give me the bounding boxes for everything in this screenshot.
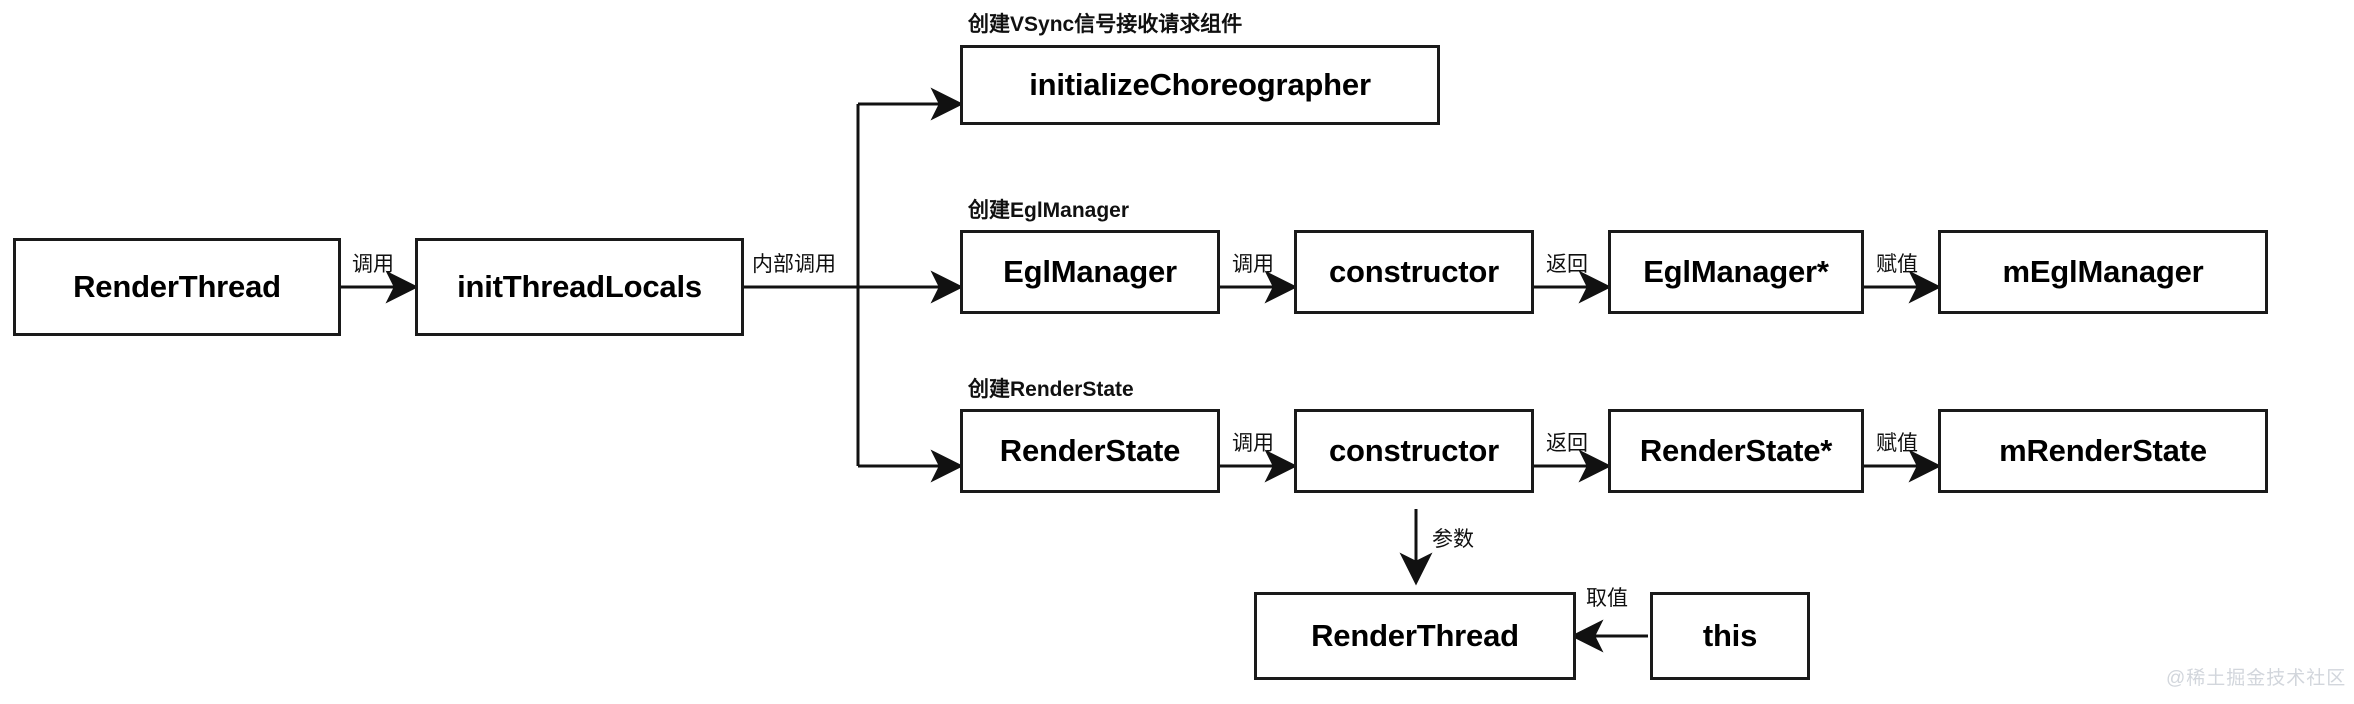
node-render-thread-parameter[interactable]: RenderThread xyxy=(1254,592,1576,680)
node-init-thread-locals[interactable]: initThreadLocals xyxy=(415,238,744,336)
edge-label-render-state-call: 调用 xyxy=(1232,432,1274,455)
edge-label-parameter: 参数 xyxy=(1432,528,1474,551)
node-render-state-pointer[interactable]: RenderState* xyxy=(1608,409,1864,493)
node-m-egl-manager[interactable]: mEglManager xyxy=(1938,230,2268,314)
node-init-thread-locals-label: initThreadLocals xyxy=(457,269,702,304)
edge-label-render-state-assign: 赋值 xyxy=(1876,432,1918,455)
caption-render-state: 创建RenderState xyxy=(968,378,1134,401)
node-render-thread-parameter-label: RenderThread xyxy=(1311,618,1519,653)
edge-label-egl-return: 返回 xyxy=(1546,253,1588,276)
node-egl-manager-pointer[interactable]: EglManager* xyxy=(1608,230,1864,314)
node-m-egl-manager-label: mEglManager xyxy=(2002,254,2204,289)
node-egl-manager-label: EglManager xyxy=(1003,254,1177,289)
node-render-state-label: RenderState xyxy=(999,433,1181,468)
watermark: @稀土掘金技术社区 xyxy=(2166,668,2347,689)
edge-label-egl-call: 调用 xyxy=(1232,253,1274,276)
edge-label-get-value: 取值 xyxy=(1586,587,1628,610)
node-initialize-choreographer[interactable]: initializeChoreographer xyxy=(960,45,1440,125)
edge-label-egl-assign: 赋值 xyxy=(1876,253,1918,276)
edge-label-internal-call: 内部调用 xyxy=(752,253,836,276)
node-m-render-state[interactable]: mRenderState xyxy=(1938,409,2268,493)
diagram-canvas: 创建VSync信号接收请求组件 创建EglManager 创建RenderSta… xyxy=(0,0,2354,704)
node-egl-constructor[interactable]: constructor xyxy=(1294,230,1534,314)
caption-egl-manager: 创建EglManager xyxy=(968,199,1130,222)
node-egl-manager[interactable]: EglManager xyxy=(960,230,1220,314)
caption-initialize-choreographer: 创建VSync信号接收请求组件 xyxy=(968,13,1243,36)
node-render-thread-label: RenderThread xyxy=(73,269,281,304)
node-egl-manager-pointer-label: EglManager* xyxy=(1643,254,1829,289)
node-m-render-state-label: mRenderState xyxy=(1999,433,2207,468)
node-this[interactable]: this xyxy=(1650,592,1810,680)
node-render-state-constructor[interactable]: constructor xyxy=(1294,409,1534,493)
node-render-state-pointer-label: RenderState* xyxy=(1639,433,1833,468)
node-render-thread[interactable]: RenderThread xyxy=(13,238,341,336)
node-initialize-choreographer-label: initializeChoreographer xyxy=(1029,67,1371,102)
node-render-state-constructor-label: constructor xyxy=(1328,433,1500,468)
edge-label-call-init-thread-locals: 调用 xyxy=(352,253,394,276)
node-egl-constructor-label: constructor xyxy=(1328,254,1500,289)
node-this-label: this xyxy=(1702,618,1758,653)
node-render-state[interactable]: RenderState xyxy=(960,409,1220,493)
edge-label-render-state-return: 返回 xyxy=(1546,432,1588,455)
